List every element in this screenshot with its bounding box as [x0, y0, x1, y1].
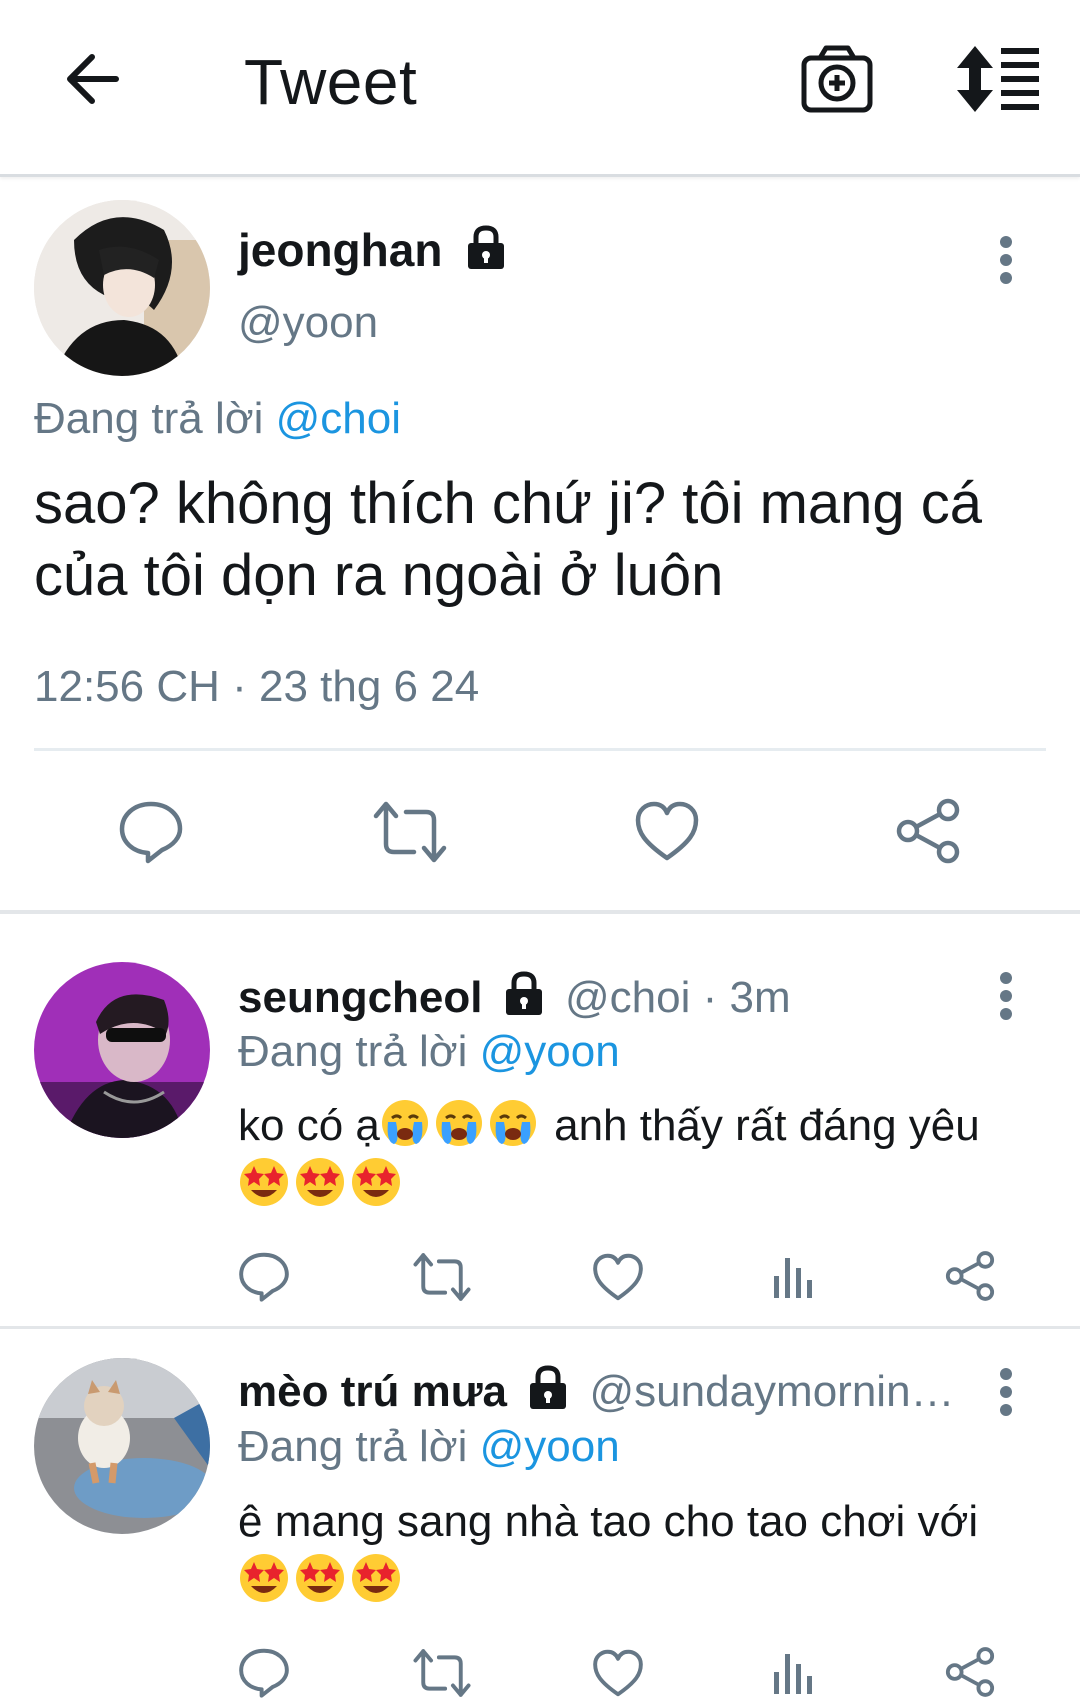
- more-vertical-icon[interactable]: [996, 968, 1016, 1029]
- handle: @yoon: [238, 298, 379, 347]
- tweet-text-line: của tôi dọn ra ngoài ở luôn: [34, 543, 724, 608]
- analytics-icon[interactable]: [772, 1254, 816, 1300]
- crying-face-emoji: [488, 1098, 538, 1148]
- reply-text-part: anh thấy rất đáng yêu: [541, 1101, 980, 1150]
- page-title: Tweet: [244, 46, 418, 118]
- reply-prefix: Đang trả lời: [238, 1422, 468, 1471]
- retweet-icon[interactable]: [412, 1648, 472, 1698]
- retweet-icon[interactable]: [412, 1252, 472, 1302]
- section-divider: [0, 1326, 1080, 1329]
- reply-prefix: Đang trả lời: [238, 1027, 468, 1076]
- display-name[interactable]: jeonghan: [238, 224, 442, 276]
- reply-text-part: ko có ạ: [238, 1101, 380, 1150]
- star-struck-emoji: [294, 1156, 346, 1208]
- emoji-row: [238, 1156, 406, 1208]
- reply-mention-link[interactable]: @choi: [276, 394, 401, 443]
- emoji-row: [238, 1552, 406, 1604]
- replying-to: Đang trả lời @yoon: [238, 1420, 620, 1474]
- lock-icon: [501, 970, 547, 1030]
- reply-icon[interactable]: [238, 1646, 290, 1698]
- tweet-timestamp: 12:56 CH · 23 thg 6 24: [34, 662, 480, 711]
- tweet-text-line: sao? không thích chứ ji? tôi mang cá: [34, 471, 983, 536]
- more-vertical-icon[interactable]: [996, 232, 1016, 293]
- time-ago: · 3m: [702, 973, 791, 1022]
- star-struck-emoji: [238, 1156, 290, 1208]
- reply-icon[interactable]: [238, 1250, 290, 1302]
- star-struck-emoji: [238, 1552, 290, 1604]
- reply-icon[interactable]: [118, 798, 184, 864]
- avatar[interactable]: [34, 962, 210, 1138]
- avatar[interactable]: [34, 200, 210, 376]
- section-divider: [0, 910, 1080, 914]
- star-struck-emoji: [294, 1552, 346, 1604]
- top-app-bar: Tweet: [0, 0, 1080, 177]
- lock-icon: [463, 224, 509, 282]
- avatar-photo: [34, 1358, 210, 1534]
- replying-to: Đang trả lời @yoon: [238, 1025, 620, 1079]
- divider: [34, 748, 1046, 751]
- author-row: seungcheol @choi · 3m: [238, 970, 791, 1030]
- handle: @sundaymornin…: [589, 1367, 955, 1416]
- avatar-photo: [34, 200, 210, 376]
- share-icon[interactable]: [944, 1646, 996, 1698]
- like-icon[interactable]: [634, 800, 700, 862]
- star-struck-emoji: [350, 1156, 402, 1208]
- share-icon[interactable]: [944, 1250, 996, 1302]
- reply-text: ko có ạ anh thấy rất đáng yêu: [238, 1098, 980, 1154]
- retweet-icon[interactable]: [372, 800, 448, 864]
- replying-to: Đang trả lời @choi: [34, 392, 401, 446]
- lock-icon: [525, 1364, 571, 1424]
- crying-face-emoji: [434, 1098, 484, 1148]
- display-name[interactable]: seungcheol: [238, 973, 483, 1022]
- author-row: jeonghan: [238, 222, 509, 282]
- author-row: mèo trú mưa @sundaymornin…: [238, 1364, 955, 1424]
- avatar[interactable]: [34, 1358, 210, 1534]
- analytics-icon[interactable]: [772, 1650, 816, 1696]
- display-name[interactable]: mèo trú mưa: [238, 1367, 507, 1416]
- star-struck-emoji: [350, 1552, 402, 1604]
- crying-face-emoji: [380, 1098, 430, 1148]
- reply-prefix: Đang trả lời: [34, 394, 264, 443]
- reply-text: ê mang sang nhà tao cho tao chơi với: [238, 1497, 979, 1546]
- arrow-left-icon[interactable]: [60, 44, 130, 114]
- more-vertical-icon[interactable]: [996, 1364, 1016, 1425]
- like-icon[interactable]: [592, 1252, 644, 1302]
- reply-mention-link[interactable]: @yoon: [480, 1422, 620, 1471]
- tweet-text: sao? không thích chứ ji? tôi mang cá của…: [34, 468, 982, 612]
- share-icon[interactable]: [894, 798, 962, 864]
- sort-list-icon[interactable]: [955, 44, 1041, 114]
- reply-mention-link[interactable]: @yoon: [480, 1027, 620, 1076]
- handle: @choi: [564, 973, 691, 1022]
- camera-plus-icon[interactable]: [800, 42, 874, 116]
- avatar-photo: [34, 962, 210, 1138]
- like-icon[interactable]: [592, 1648, 644, 1698]
